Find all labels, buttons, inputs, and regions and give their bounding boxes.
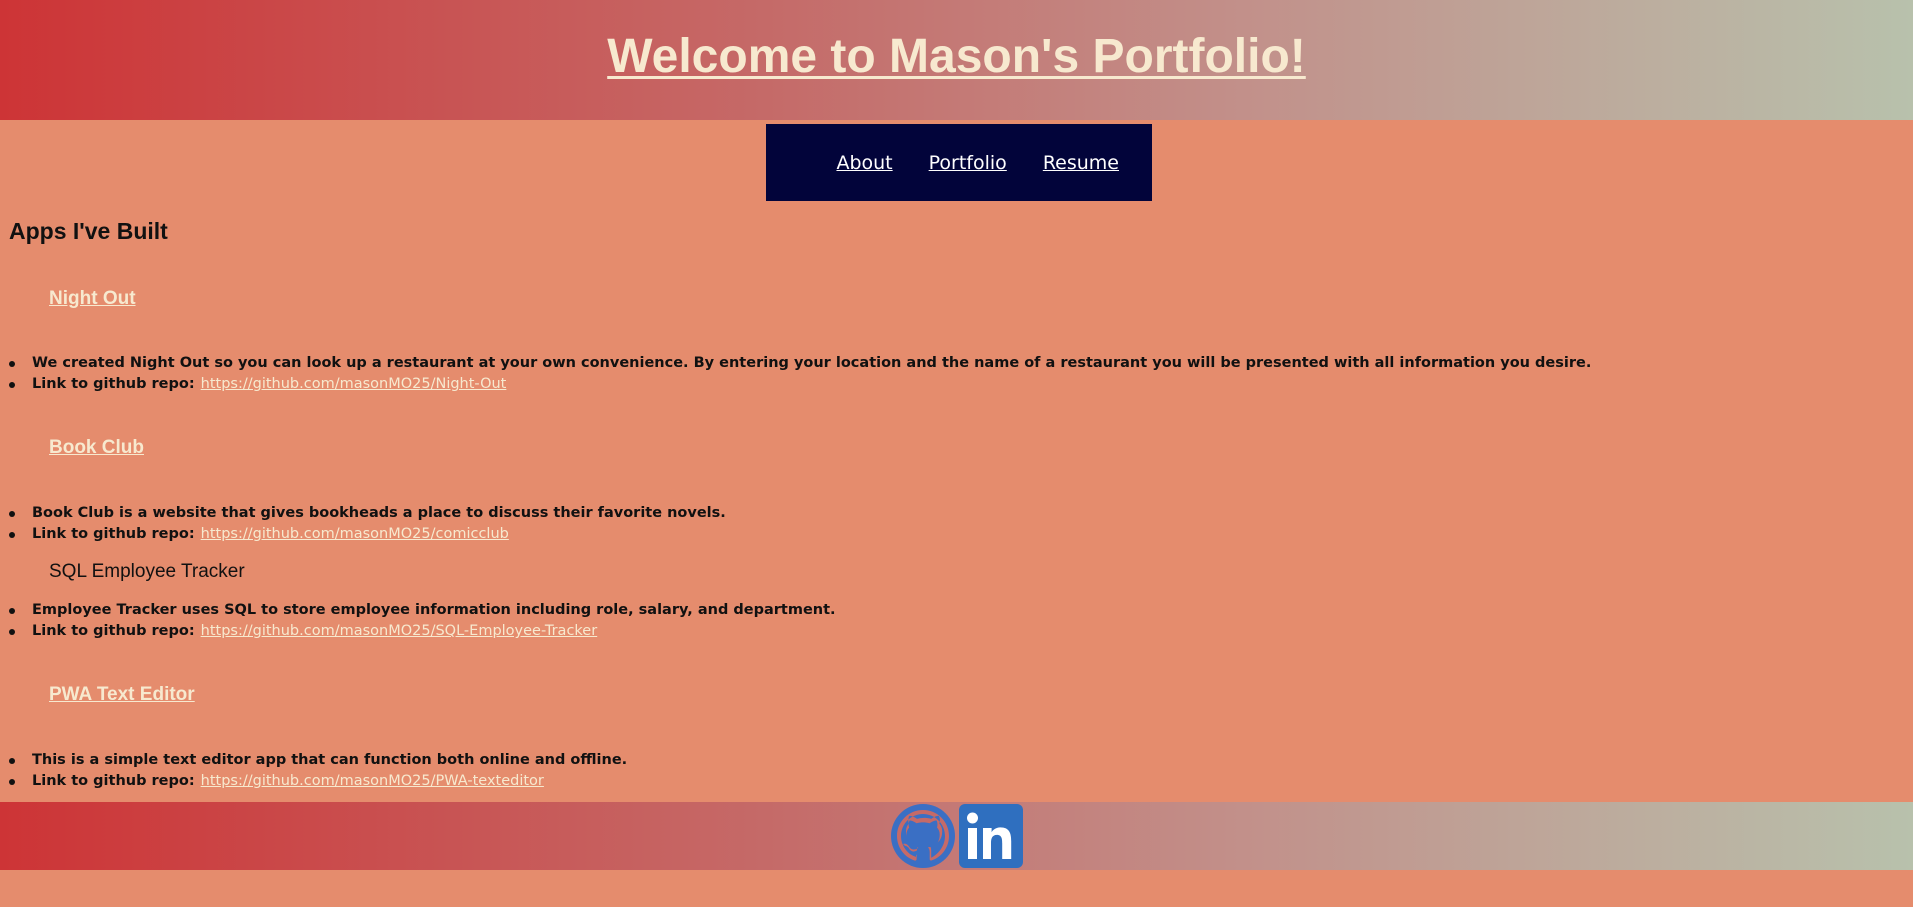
app-description: We created Night Out so you can look up … [32,355,1592,371]
app-title-sql-employee-tracker: SQL Employee Tracker [49,561,245,582]
repo-link-sql-employee-tracker[interactable]: https://github.com/masonMO25/SQL-Employe… [201,623,598,639]
nav-link-portfolio[interactable]: Portfolio [929,152,1007,174]
github-link[interactable] [890,804,955,868]
app-title-night-out[interactable]: Night Out [49,288,136,310]
bullet-icon [9,608,15,614]
bullet-icon [9,511,15,517]
list-item: We created Night Out so you can look up … [0,353,1591,374]
repo-link-pwa-text-editor[interactable]: https://github.com/masonMO25/PWA-textedi… [201,773,544,789]
site-header: Welcome to Mason's Portfolio! [0,0,1913,120]
linkedin-link[interactable] [958,804,1023,868]
nav-link-resume[interactable]: Resume [1043,152,1119,174]
linkedin-icon [958,804,1023,868]
repo-label: Link to github repo: [32,773,195,789]
main-nav: About Portfolio Resume [766,124,1152,201]
list-item: This is a simple text editor app that ca… [0,750,627,771]
app-description: Employee Tracker uses SQL to store emplo… [32,602,836,618]
repo-label: Link to github repo: [32,623,195,639]
site-footer [0,802,1913,870]
list-item: Link to github repo: https://github.com/m… [0,524,726,545]
page-title: Welcome to Mason's Portfolio! [607,29,1306,83]
bullet-icon [9,382,15,388]
app-details-book-club: Book Club is a website that gives bookhe… [0,503,726,545]
list-item: Employee Tracker uses SQL to store emplo… [0,600,836,621]
app-title-pwa-text-editor[interactable]: PWA Text Editor [49,684,195,706]
app-details-night-out: We created Night Out so you can look up … [0,353,1591,395]
repo-link-night-out[interactable]: https://github.com/masonMO25/Night-Out [201,376,507,392]
app-title-book-club[interactable]: Book Club [49,437,144,459]
section-title: Apps I've Built [9,218,168,244]
list-item: Link to github repo: https://github.com/m… [0,621,836,642]
app-details-sql-employee-tracker: Employee Tracker uses SQL to store emplo… [0,600,836,642]
app-description: Book Club is a website that gives bookhe… [32,505,726,521]
repo-label: Link to github repo: [32,526,195,542]
repo-link-book-club[interactable]: https://github.com/masonMO25/comicclub [201,526,509,542]
list-item: Book Club is a website that gives bookhe… [0,503,726,524]
bullet-icon [9,532,15,538]
github-icon [890,804,955,868]
bullet-icon [9,779,15,785]
bullet-icon [9,361,15,367]
bullet-icon [9,758,15,764]
repo-label: Link to github repo: [32,376,195,392]
list-item: Link to github repo: https://github.com/m… [0,374,1591,395]
nav-link-about[interactable]: About [836,152,892,174]
app-details-pwa-text-editor: This is a simple text editor app that ca… [0,750,627,792]
app-description: This is a simple text editor app that ca… [32,752,628,768]
bullet-icon [9,629,15,635]
list-item: Link to github repo: https://github.com/m… [0,771,627,792]
